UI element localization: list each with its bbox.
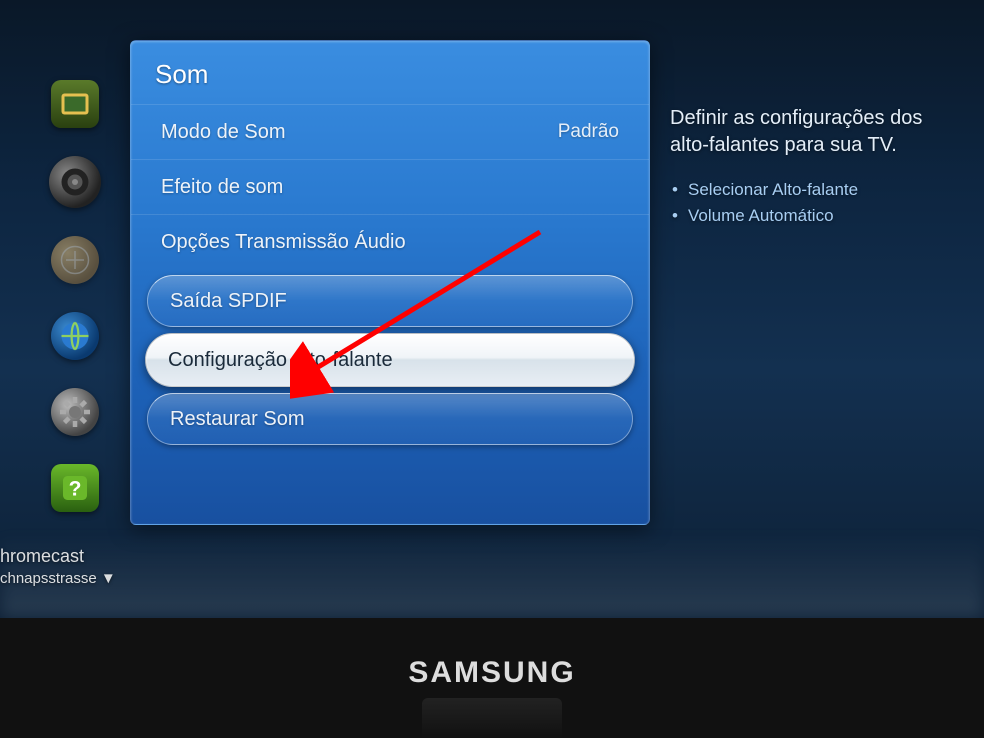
menu-value: Padrão [558,121,619,143]
support-icon[interactable]: ? [51,464,99,512]
help-bullet: Selecionar Alto-falante [670,177,960,203]
source-line1: hromecast [0,545,116,568]
category-rail: ? [45,80,105,512]
help-bullets: Selecionar Alto-falante Volume Automátic… [670,177,960,229]
tv-brand-logo: SAMSUNG [408,656,575,690]
menu-item-spdif[interactable]: Saída SPDIF [147,275,633,327]
channel-icon[interactable] [51,236,99,284]
menu-label: Saída SPDIF [170,290,287,313]
panel-title: Som [131,53,649,104]
menu-item-sound-mode[interactable]: Modo de Som Padrão [131,104,649,159]
tv-stand [422,698,562,738]
help-bullet: Volume Automático [670,203,960,229]
menu-item-speaker-config[interactable]: Configuração Alto-falante [145,333,635,387]
sound-settings-panel: Som Modo de Som Padrão Efeito de som Opç… [130,40,650,525]
settings-gear-icon[interactable] [51,388,99,436]
menu-label: Restaurar Som [170,408,305,431]
speaker-icon[interactable] [49,156,101,208]
picture-icon[interactable] [51,80,99,128]
menu-label: Modo de Som [161,121,286,144]
menu-item-sound-effect[interactable]: Efeito de som [131,159,649,214]
menu-item-audio-broadcast[interactable]: Opções Transmissão Áudio [131,214,649,269]
menu-label: Configuração Alto-falante [168,349,393,372]
menu-label: Efeito de som [161,176,283,199]
menu-label: Opções Transmissão Áudio [161,231,406,254]
help-panel: Definir as configurações dos alto-falant… [670,105,960,229]
svg-text:?: ? [69,478,82,501]
source-label: hromecast chnapsstrasse ▼ [0,545,116,588]
source-line2: chnapsstrasse ▼ [0,569,116,589]
network-icon[interactable] [51,312,99,360]
help-title: Definir as configurações dos alto-falant… [670,105,960,159]
menu-item-restore-sound[interactable]: Restaurar Som [147,393,633,445]
